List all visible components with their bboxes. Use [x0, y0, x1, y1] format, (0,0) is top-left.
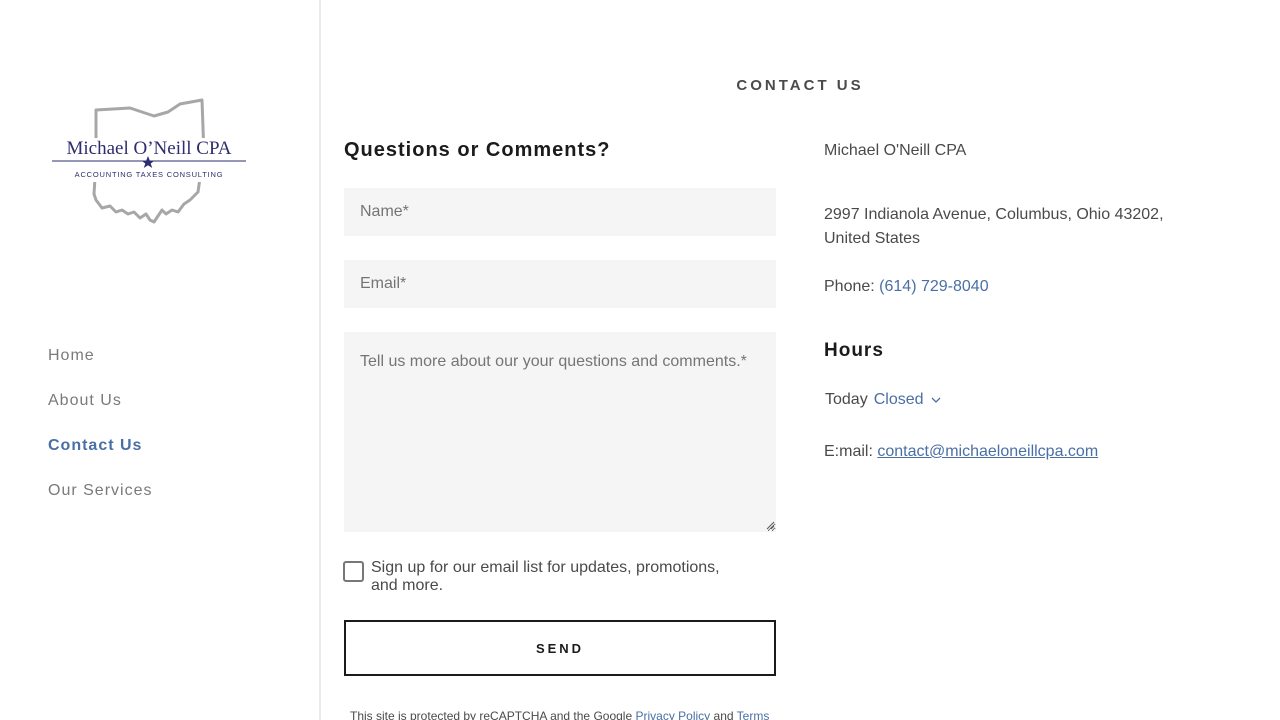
nav-item-contact-us[interactable]: Contact Us [48, 430, 152, 475]
signup-label: Sign up for our email list for updates, … [371, 559, 720, 594]
ohio-state-outline-icon: Michael O’Neill CPA ACCOUNTING TAXES CON… [52, 98, 248, 224]
form-heading: Questions or Comments? [344, 139, 611, 161]
email-label: E:mail: [824, 443, 873, 460]
email-link[interactable]: contact@michaeloneillcpa.com [877, 443, 1098, 460]
phone-link[interactable]: (614) 729-8040 [879, 278, 988, 295]
main-nav: Home About Us Contact Us Our Services [48, 340, 152, 520]
address: 2997 Indianola Avenue, Columbus, Ohio 43… [824, 206, 1164, 247]
logo-name: Michael O’Neill CPA [66, 138, 231, 159]
sidebar: Michael O’Neill CPA ACCOUNTING TAXES CON… [0, 0, 321, 720]
phone-row: Phone: (614) 729-8040 [824, 275, 989, 299]
email-field[interactable] [344, 260, 776, 308]
resize-grip-icon[interactable] [766, 521, 775, 530]
recaptcha-text: This site is protected by reCAPTCHA and … [350, 709, 633, 720]
recaptcha-notice: This site is protected by reCAPTCHA and … [350, 709, 769, 720]
recaptcha-and: and [713, 709, 734, 720]
hours-today: Today Closed [825, 388, 941, 412]
site-logo[interactable]: Michael O’Neill CPA ACCOUNTING TAXES CON… [50, 96, 250, 228]
page-title: CONTACT US [736, 77, 864, 94]
phone-label: Phone: [824, 278, 875, 295]
logo-tagline: ACCOUNTING TAXES CONSULTING [75, 170, 224, 179]
nav-item-about-us[interactable]: About Us [48, 385, 152, 430]
chevron-down-icon[interactable] [931, 395, 941, 405]
nav-item-home[interactable]: Home [48, 340, 152, 385]
terms-link[interactable]: Terms [737, 709, 770, 720]
nav-item-our-services[interactable]: Our Services [48, 475, 152, 520]
send-button[interactable]: SEND [344, 620, 776, 676]
message-field[interactable] [344, 332, 776, 532]
today-status-toggle[interactable]: Closed [874, 388, 924, 412]
email-row: E:mail: contact@michaeloneillcpa.com [824, 440, 1098, 464]
hours-heading: Hours [824, 340, 884, 361]
company-name: Michael O'Neill CPA [824, 142, 967, 159]
today-label: Today [825, 391, 868, 408]
name-field[interactable] [344, 188, 776, 236]
signup-checkbox[interactable] [343, 561, 364, 582]
privacy-policy-link[interactable]: Privacy Policy [635, 709, 710, 720]
